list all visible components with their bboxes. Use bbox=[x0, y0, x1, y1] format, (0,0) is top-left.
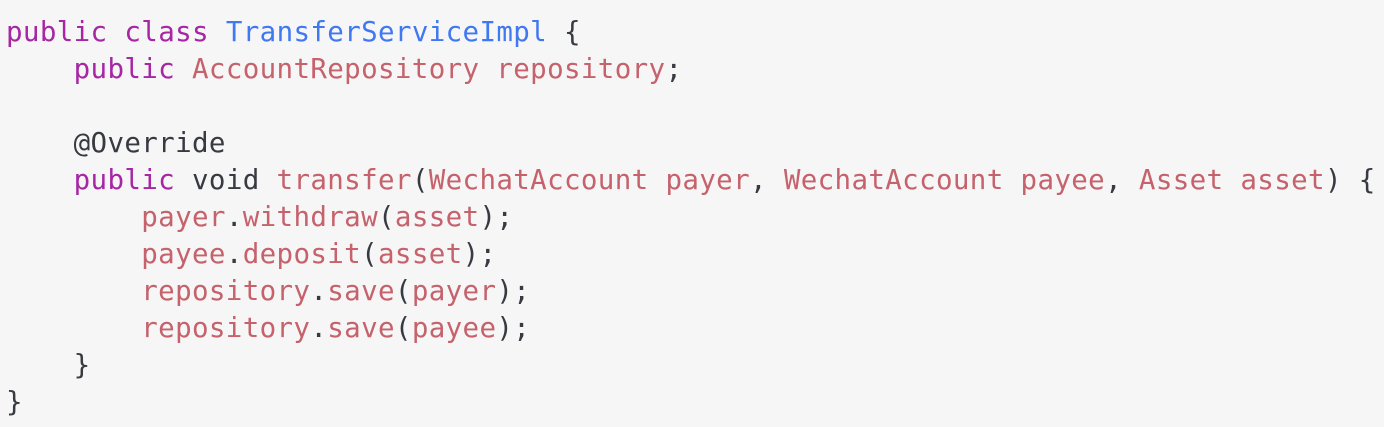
code-line-10: } bbox=[6, 347, 1376, 384]
code-token: class bbox=[124, 16, 209, 48]
code-token: ) { bbox=[1324, 164, 1376, 196]
code-token: void bbox=[175, 164, 277, 196]
code-line-6: payer.withdraw(asset); bbox=[6, 199, 1376, 236]
code-token: ); bbox=[496, 312, 531, 344]
code-token: payer bbox=[665, 164, 750, 196]
code-token: asset bbox=[378, 238, 463, 270]
code-viewer: public class TransferServiceImpl { publi… bbox=[0, 0, 1384, 427]
code-token: withdraw bbox=[242, 201, 378, 233]
code-token: TransferServiceImpl bbox=[225, 16, 548, 48]
code-token: save bbox=[327, 275, 395, 307]
code-token: transfer bbox=[276, 164, 412, 196]
code-token: , bbox=[1105, 164, 1139, 196]
code-token: payee bbox=[1020, 164, 1106, 196]
code-line-7: payee.deposit(asset); bbox=[6, 236, 1376, 273]
code-token: repository bbox=[141, 275, 311, 307]
code-token: ( bbox=[394, 275, 412, 307]
code-token: Asset bbox=[1138, 164, 1224, 196]
code-block: public class TransferServiceImpl { publi… bbox=[6, 14, 1376, 421]
code-token: , bbox=[750, 164, 784, 196]
code-token: @Override bbox=[73, 127, 226, 159]
code-token: WechatAccount bbox=[783, 164, 1004, 196]
code-token: repository bbox=[141, 312, 311, 344]
code-token: ); bbox=[496, 275, 531, 307]
code-token: } bbox=[6, 386, 23, 418]
code-token: { bbox=[547, 16, 581, 48]
code-token: public bbox=[6, 16, 108, 48]
code-line-2: public AccountRepository repository; bbox=[6, 51, 1376, 88]
code-token: public bbox=[73, 164, 176, 196]
code-token: ( bbox=[411, 164, 429, 196]
code-token: deposit bbox=[242, 238, 362, 270]
code-token: WechatAccount bbox=[428, 164, 649, 196]
code-token: } bbox=[6, 349, 91, 381]
code-token: ); bbox=[462, 238, 497, 270]
code-line-5: public void transfer(WechatAccount payer… bbox=[6, 162, 1376, 199]
code-line-1: public class TransferServiceImpl { bbox=[6, 14, 1376, 51]
code-token: ( bbox=[361, 238, 379, 270]
code-token: payee bbox=[141, 238, 226, 270]
code-line-4: @Override bbox=[6, 125, 1376, 162]
code-token: ( bbox=[394, 312, 412, 344]
code-line-9: repository.save(payee); bbox=[6, 310, 1376, 347]
code-token: ); bbox=[479, 201, 514, 233]
code-line-8: repository.save(payer); bbox=[6, 273, 1376, 310]
code-token: payer bbox=[411, 275, 497, 307]
code-token: ; bbox=[665, 53, 683, 85]
code-token: . bbox=[310, 275, 328, 307]
code-token: public bbox=[73, 53, 176, 85]
code-token: asset bbox=[394, 201, 480, 233]
code-token: . bbox=[310, 312, 328, 344]
code-token: repository bbox=[496, 53, 666, 85]
code-token: payee bbox=[411, 312, 497, 344]
code-token: asset bbox=[1240, 164, 1325, 196]
code-token: . bbox=[225, 238, 243, 270]
code-line-11: } bbox=[6, 384, 1376, 421]
code-token: AccountRepository bbox=[192, 53, 480, 85]
code-token: . bbox=[225, 201, 243, 233]
code-token: save bbox=[327, 312, 395, 344]
code-token: payer bbox=[141, 201, 226, 233]
code-token: ( bbox=[378, 201, 395, 233]
